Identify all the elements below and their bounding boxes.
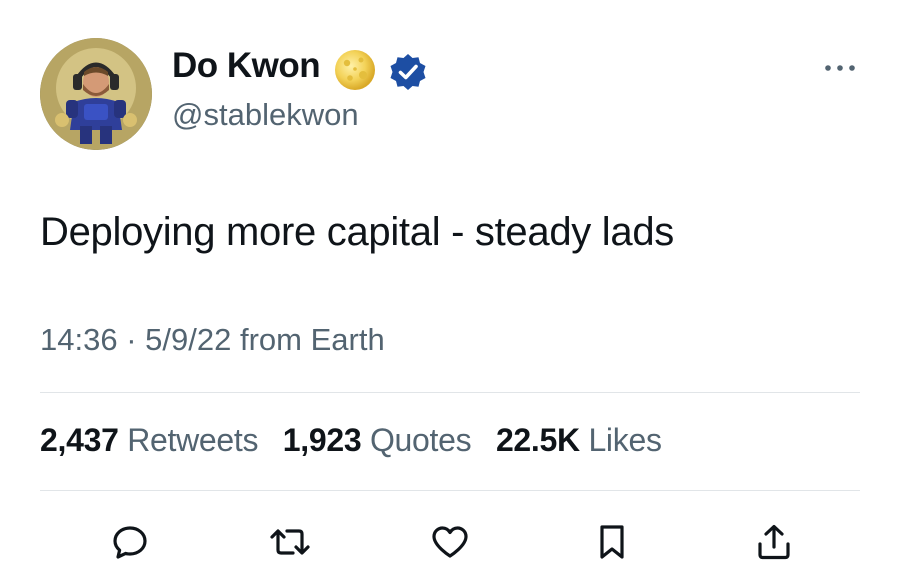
retweets-count: 2,437	[40, 422, 119, 458]
quotes-count: 1,923	[282, 422, 362, 458]
likes-count: 22.5K	[495, 422, 580, 458]
like-icon	[432, 526, 468, 558]
quotes-label: Quotes	[369, 422, 472, 458]
share-button[interactable]	[752, 520, 796, 564]
bookmark-icon	[600, 525, 624, 559]
user-handle[interactable]: @stablekwon	[172, 97, 359, 133]
display-name[interactable]: Do Kwon	[172, 46, 321, 86]
tweet-text: Deploying more capital - steady lads	[40, 210, 674, 254]
tweet-source: from Earth	[239, 322, 385, 357]
bookmark-button[interactable]	[590, 520, 634, 564]
divider-bottom	[40, 490, 860, 491]
reply-icon	[113, 526, 147, 559]
moon-icon	[335, 50, 375, 90]
likes-stat[interactable]: 22.5K Likes	[496, 422, 662, 458]
quotes-stat[interactable]: 1,923 Quotes	[283, 422, 472, 458]
avatar[interactable]	[40, 38, 152, 150]
retweet-button[interactable]	[268, 520, 312, 564]
tweet-time[interactable]: 14:36	[40, 322, 118, 357]
avatar-image	[40, 38, 152, 150]
verified-icon	[390, 54, 426, 90]
retweets-label: Retweets	[127, 422, 259, 458]
tweet-date[interactable]: 5/9/22	[145, 322, 231, 357]
likes-label: Likes	[588, 422, 662, 458]
divider-top	[40, 392, 860, 393]
share-icon	[758, 524, 790, 560]
tweet-meta: 14:36 · 5/9/22 from Earth	[40, 322, 385, 358]
engagement-stats: 2,437 Retweets 1,923 Quotes 22.5K Likes	[40, 422, 678, 459]
reply-button[interactable]	[108, 520, 152, 564]
retweet-icon	[270, 529, 310, 555]
like-button[interactable]	[428, 520, 472, 564]
more-options-icon[interactable]	[823, 60, 857, 76]
meta-separator: ·	[126, 322, 137, 357]
retweets-stat[interactable]: 2,437 Retweets	[40, 422, 258, 458]
